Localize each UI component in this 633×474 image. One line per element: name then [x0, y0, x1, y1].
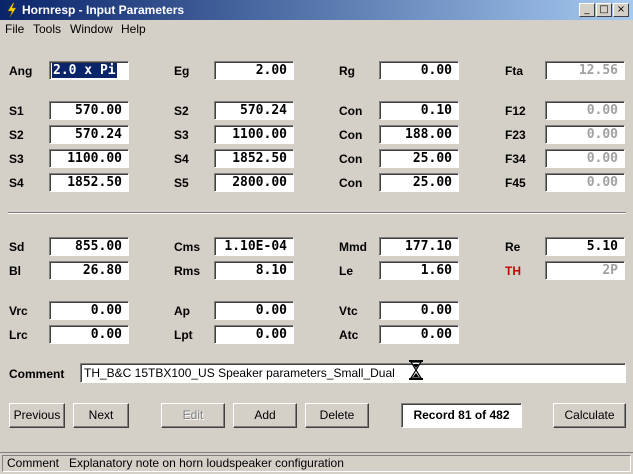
- rms-field[interactable]: 8.10: [214, 261, 294, 280]
- window-title: Hornresp - Input Parameters: [22, 3, 185, 17]
- add-button[interactable]: Add: [233, 403, 297, 428]
- menu-bar: File Tools Window Help: [0, 20, 633, 38]
- minimize-button[interactable]: _: [579, 3, 595, 17]
- label-sd: Sd: [9, 240, 25, 254]
- s3-field[interactable]: 1100.00: [49, 149, 129, 168]
- lightning-icon: [7, 2, 17, 18]
- le-field[interactable]: 1.60: [379, 261, 459, 280]
- label-s2-right: S2: [174, 104, 189, 118]
- con-2-field[interactable]: 188.00: [379, 125, 459, 144]
- ap-field[interactable]: 0.00: [214, 301, 294, 320]
- label-cms: Cms: [174, 240, 201, 254]
- th-field: 2P: [545, 261, 625, 280]
- status-bar: Comment Explanatory note on horn loudspe…: [0, 452, 633, 474]
- label-ap: Ap: [174, 304, 190, 318]
- label-le: Le: [339, 264, 354, 278]
- fta-field: 12.56: [545, 61, 625, 80]
- label-con-4: Con: [339, 176, 363, 190]
- con-3-field[interactable]: 25.00: [379, 149, 459, 168]
- mmd-field[interactable]: 177.10: [379, 237, 459, 256]
- label-re: Re: [505, 240, 521, 254]
- con-4-field[interactable]: 25.00: [379, 173, 459, 192]
- ang-field[interactable]: 2.0 x Pi: [49, 61, 129, 80]
- label-s4: S4: [9, 176, 24, 190]
- label-lpt: Lpt: [174, 328, 193, 342]
- label-vrc: Vrc: [9, 304, 28, 318]
- atc-field[interactable]: 0.00: [379, 325, 459, 344]
- calculate-button[interactable]: Calculate: [553, 403, 626, 428]
- f45-field: 0.00: [545, 173, 625, 192]
- hourglass-icon: [409, 360, 423, 380]
- f34-field: 0.00: [545, 149, 625, 168]
- lrc-field[interactable]: 0.00: [49, 325, 129, 344]
- label-comment: Comment: [9, 367, 65, 381]
- vtc-field[interactable]: 0.00: [379, 301, 459, 320]
- edit-button[interactable]: Edit: [161, 403, 225, 428]
- label-s3: S3: [9, 152, 24, 166]
- next-button[interactable]: Next: [73, 403, 129, 428]
- s5-right-field[interactable]: 2800.00: [214, 173, 294, 192]
- delete-button[interactable]: Delete: [305, 403, 369, 428]
- menu-file[interactable]: File: [5, 22, 24, 36]
- label-atc: Atc: [339, 328, 359, 342]
- label-fta: Fta: [505, 64, 523, 78]
- menu-window[interactable]: Window: [70, 22, 113, 36]
- menu-help[interactable]: Help: [121, 22, 146, 36]
- sd-field[interactable]: 855.00: [49, 237, 129, 256]
- label-ang: Ang: [9, 64, 33, 78]
- con-1-field[interactable]: 0.10: [379, 101, 459, 120]
- label-f23: F23: [505, 128, 526, 142]
- label-vtc: Vtc: [339, 304, 358, 318]
- s4-right-field[interactable]: 1852.50: [214, 149, 294, 168]
- label-s2: S2: [9, 128, 24, 142]
- cms-field[interactable]: 1.10E-04: [214, 237, 294, 256]
- lpt-field[interactable]: 0.00: [214, 325, 294, 344]
- separator: [8, 212, 626, 214]
- rg-field[interactable]: 0.00: [379, 61, 459, 80]
- s3-right-field[interactable]: 1100.00: [214, 125, 294, 144]
- record-indicator: Record 81 of 482: [401, 403, 522, 428]
- ang-value: 2.0 x Pi: [52, 63, 117, 78]
- label-mmd: Mmd: [339, 240, 367, 254]
- label-eg: Eg: [174, 64, 190, 78]
- s2-right-field[interactable]: 570.24: [214, 101, 294, 120]
- vrc-field[interactable]: 0.00: [49, 301, 129, 320]
- label-rg: Rg: [339, 64, 355, 78]
- label-rms: Rms: [174, 264, 201, 278]
- f12-field: 0.00: [545, 101, 625, 120]
- previous-button[interactable]: Previous: [9, 403, 65, 428]
- label-bl: Bl: [9, 264, 21, 278]
- label-th: TH: [505, 264, 521, 278]
- s4-field[interactable]: 1852.50: [49, 173, 129, 192]
- close-button[interactable]: ×: [613, 3, 629, 17]
- label-f12: F12: [505, 104, 526, 118]
- eg-field[interactable]: 2.00: [214, 61, 294, 80]
- label-s4-right: S4: [174, 152, 189, 166]
- status-text: Comment Explanatory note on horn loudspe…: [2, 455, 631, 472]
- title-bar: Hornresp - Input Parameters _ □ ×: [0, 0, 633, 20]
- re-field[interactable]: 5.10: [545, 237, 625, 256]
- maximize-button[interactable]: □: [596, 3, 612, 17]
- label-con-1: Con: [339, 104, 363, 118]
- label-s1: S1: [9, 104, 24, 118]
- label-lrc: Lrc: [9, 328, 28, 342]
- s1-field[interactable]: 570.00: [49, 101, 129, 120]
- f23-field: 0.00: [545, 125, 625, 144]
- label-con-2: Con: [339, 128, 363, 142]
- menu-tools[interactable]: Tools: [33, 22, 61, 36]
- label-s5-right: S5: [174, 176, 189, 190]
- label-f45: F45: [505, 176, 526, 190]
- s2-field[interactable]: 570.24: [49, 125, 129, 144]
- label-f34: F34: [505, 152, 526, 166]
- label-s3-right: S3: [174, 128, 189, 142]
- label-con-3: Con: [339, 152, 363, 166]
- comment-field[interactable]: TH_B&C 15TBX100_US Speaker parameters_Sm…: [80, 363, 626, 383]
- bl-field[interactable]: 26.80: [49, 261, 129, 280]
